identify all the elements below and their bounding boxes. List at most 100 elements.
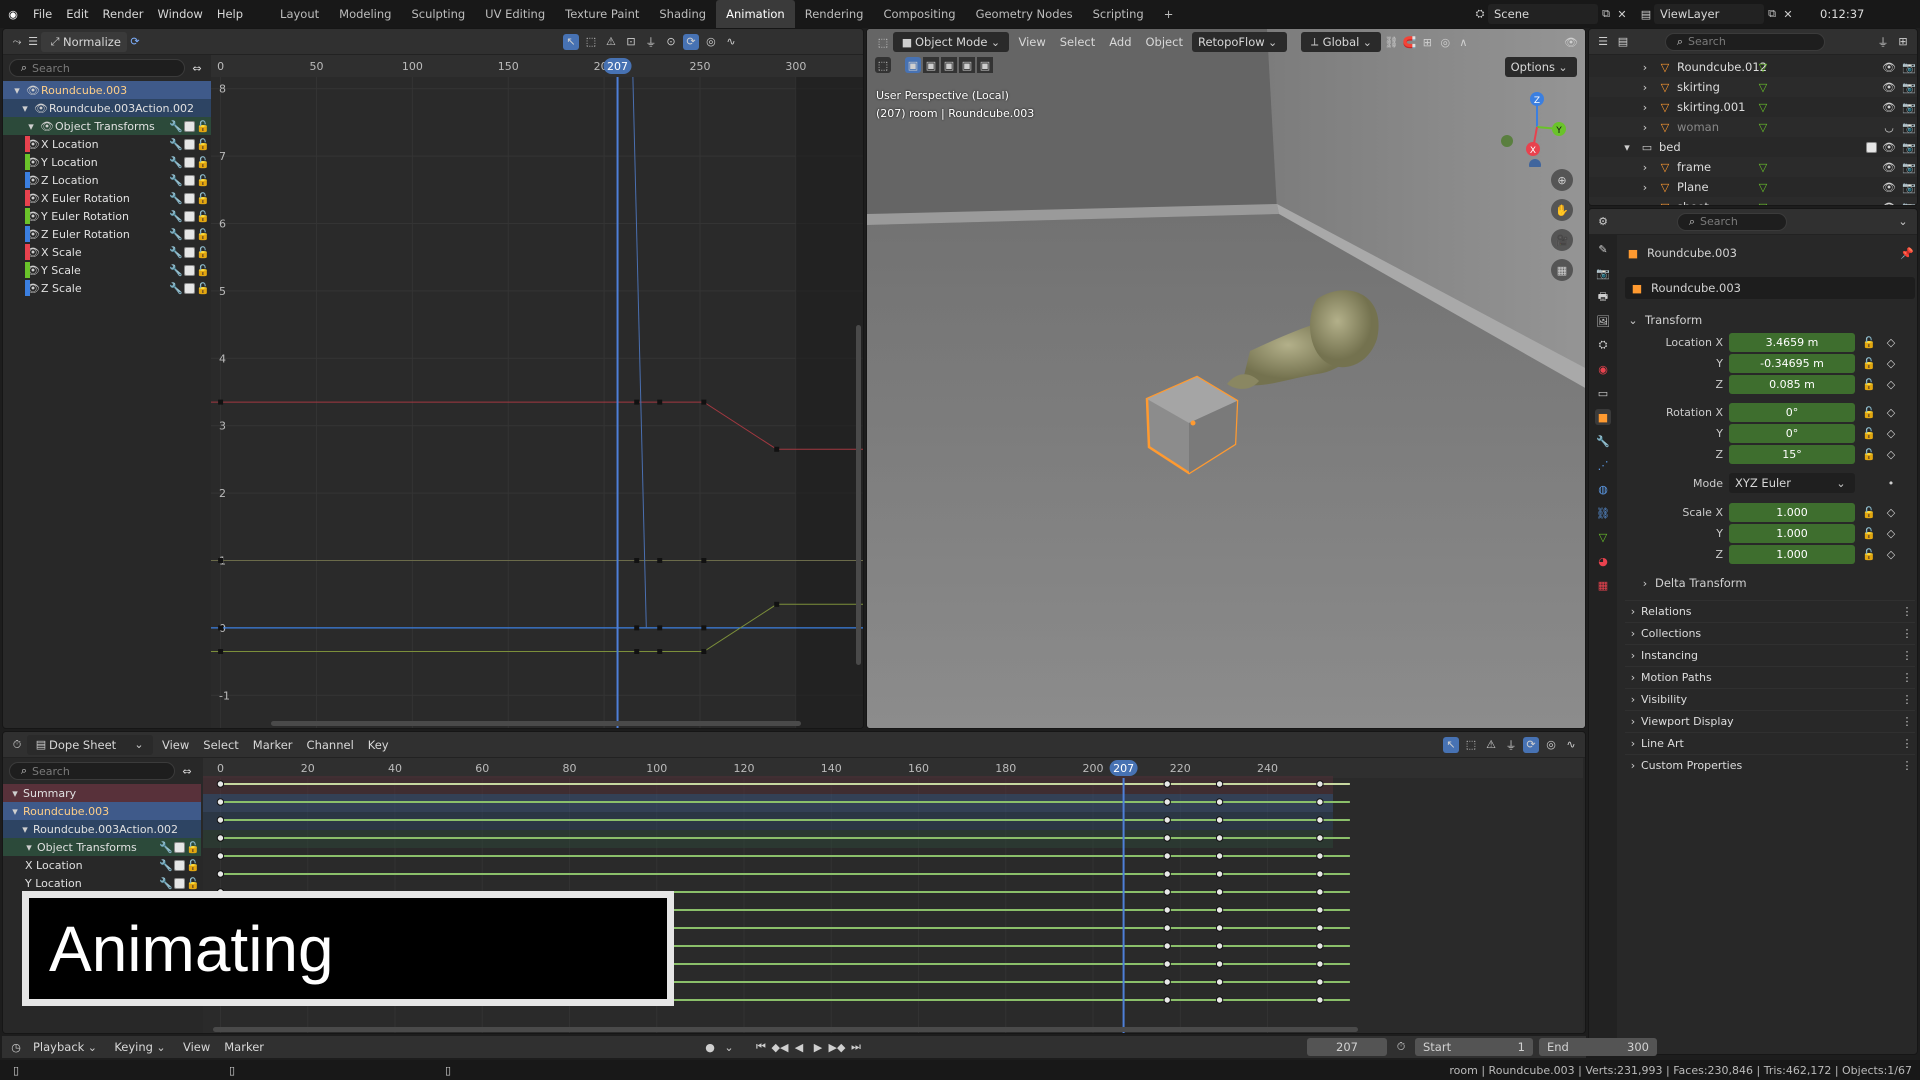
tool-select-icon[interactable]: ⬚ <box>875 57 891 73</box>
grid-view-icon[interactable]: ▦ <box>1551 259 1573 281</box>
snapping-icon[interactable]: 🧲 <box>1401 34 1417 50</box>
warning-icon[interactable]: ⚠ <box>1483 737 1499 753</box>
lock-icon[interactable]: 🔓 <box>1861 355 1877 371</box>
outliner-item[interactable]: › ▽ Roundcube.012 ▽ 👁 📷 <box>1589 57 1917 77</box>
dopesheet-keyframe[interactable] <box>1215 888 1224 896</box>
constraints-tab-icon[interactable]: ⛓ <box>1595 505 1611 521</box>
graph-keyframe[interactable] <box>634 399 640 405</box>
mesh-data-icon[interactable]: ▽ <box>1755 59 1771 75</box>
expand-chevron-icon[interactable]: › <box>1637 99 1653 115</box>
modifier-tab-icon[interactable]: 🔧 <box>1595 433 1611 449</box>
visibility-eye-icon[interactable]: 👁 <box>1881 79 1897 95</box>
render-camera-icon[interactable]: 📷 <box>1901 139 1917 155</box>
graph-keyframe[interactable] <box>701 558 707 563</box>
mute-checkbox[interactable] <box>174 859 185 871</box>
dopesheet-keyframe[interactable] <box>1163 816 1171 824</box>
auto-snap-icon[interactable]: ⟳ <box>1523 736 1539 753</box>
curve-icon[interactable]: ∿ <box>723 34 739 50</box>
lock-icon[interactable]: 🔓 <box>1861 525 1877 541</box>
render-camera-icon[interactable]: 📷 <box>1901 79 1917 95</box>
lock-icon[interactable]: 🔓 <box>195 172 211 188</box>
drag-handle-icon[interactable]: ⋮ <box>1899 714 1915 730</box>
dope-sheet-mode-dropdown[interactable]: ▤ Dope Sheet ⌄ <box>27 734 153 755</box>
panel-collections[interactable]: › Collections ⋮ <box>1625 622 1915 644</box>
mute-checkbox[interactable] <box>184 210 195 222</box>
graph-keyframe[interactable] <box>774 446 780 452</box>
mute-checkbox[interactable] <box>184 192 195 204</box>
lock-icon[interactable]: 🔓 <box>185 839 201 855</box>
viewport-menu-object[interactable]: Object <box>1139 32 1190 52</box>
render-camera-icon[interactable]: 📷 <box>1901 59 1917 75</box>
panel-instancing[interactable]: › Instancing ⋮ <box>1625 644 1915 666</box>
transform-panel-header[interactable]: ⌄ Transform <box>1625 309 1915 331</box>
drag-handle-icon[interactable]: ⋮ <box>1899 604 1915 620</box>
channel-search-input[interactable]: ⌕ Search <box>9 59 185 77</box>
wrench-icon[interactable]: 🔧 <box>158 839 174 855</box>
dopesheet-menu-key[interactable]: Key <box>361 735 396 755</box>
texture-tab-icon[interactable]: ▦ <box>1595 577 1611 593</box>
wrench-icon[interactable]: 🔧 <box>168 280 184 296</box>
dopesheet-keyframe[interactable] <box>1316 870 1324 878</box>
wrench-icon[interactable]: 🔧 <box>168 208 184 224</box>
swap-icon[interactable]: ⇔ <box>179 763 195 779</box>
tab-layout[interactable]: Layout <box>270 0 329 28</box>
dopesheet-keyframe[interactable] <box>216 870 225 878</box>
outliner-search-input[interactable]: ⌕ Search <box>1665 32 1825 51</box>
menu-file[interactable]: File <box>26 4 59 24</box>
zoom-icon[interactable]: ⊕ <box>1551 169 1573 191</box>
select-intersect-icon[interactable]: ▣ <box>977 57 993 73</box>
outliner-item[interactable]: ▾ ▭ bed 👁 📷 <box>1589 137 1917 157</box>
panel-custom-properties[interactable]: › Custom Properties ⋮ <box>1625 754 1915 776</box>
world-tab-icon[interactable]: ◉ <box>1595 361 1611 377</box>
dopesheet-frame-ruler[interactable] <box>203 758 1583 778</box>
editor-type-icon[interactable]: ⤳ <box>9 34 25 50</box>
particles-tab-icon[interactable]: ⋰ <box>1595 457 1611 473</box>
dopesheet-channel-row[interactable]: ▾ Summary <box>3 784 201 802</box>
new-viewlayer-icon[interactable]: ⧉ <box>1764 6 1780 22</box>
options-button[interactable]: Options ⌄ <box>1504 57 1577 77</box>
dopesheet-keyframe[interactable] <box>1163 978 1171 986</box>
graph-keyframe[interactable] <box>657 648 663 654</box>
jump-end-icon[interactable]: ⏭ <box>848 1039 864 1055</box>
normalize-toggle[interactable]: ⤢ Normalize <box>41 31 127 52</box>
outliner-item[interactable]: › ▽ skirting ▽ 👁 📷 <box>1589 77 1917 97</box>
dopesheet-keyframe[interactable] <box>1163 852 1171 860</box>
hamburger-menu-icon[interactable]: ☰ <box>25 34 41 50</box>
menu-edit[interactable]: Edit <box>59 4 95 24</box>
camera-icon[interactable]: 🎥 <box>1551 229 1573 251</box>
falloff-icon[interactable]: ∧ <box>1455 34 1471 50</box>
keyframe-diamond-icon[interactable]: ◇ <box>1883 376 1899 392</box>
graph-keyframe[interactable] <box>701 399 707 405</box>
lock-icon[interactable]: 🔓 <box>195 208 211 224</box>
graph-keyframe[interactable] <box>657 399 663 405</box>
visibility-eye-icon[interactable]: 👁 <box>1881 199 1897 206</box>
box-select-icon[interactable]: ⬚ <box>583 34 599 50</box>
select-invert-icon[interactable]: ▣ <box>959 57 975 73</box>
mesh-data-icon[interactable]: ▽ <box>1755 119 1771 135</box>
outliner-item[interactable]: › ▽ frame ▽ 👁 📷 <box>1589 157 1917 177</box>
jump-start-icon[interactable]: ⏮ <box>753 1039 769 1055</box>
select-subtract-icon[interactable]: ▣ <box>941 57 957 73</box>
chevron-down-icon[interactable]: ⌄ <box>1895 214 1911 230</box>
lock-icon[interactable]: 🔓 <box>195 280 211 296</box>
pivot-point-icon[interactable]: ⛓ <box>1383 34 1399 50</box>
graph-keyframe[interactable] <box>634 648 640 654</box>
dopesheet-keyframe[interactable] <box>1163 888 1171 896</box>
expand-chevron-icon[interactable]: › <box>1637 59 1653 75</box>
dopesheet-keyframe[interactable] <box>1215 834 1224 842</box>
dopesheet-keyframe[interactable] <box>1316 978 1324 986</box>
snap-icon[interactable]: ⊡ <box>623 34 639 50</box>
mute-checkbox[interactable] <box>184 120 195 132</box>
box-select-icon[interactable]: ⬚ <box>1463 737 1479 753</box>
keyframe-diamond-icon[interactable]: ◇ <box>1883 425 1899 441</box>
mute-checkbox[interactable] <box>174 877 185 889</box>
rot-x-field[interactable]: 0° <box>1729 402 1855 422</box>
curve-icon[interactable]: ∿ <box>1563 737 1579 753</box>
wrench-icon[interactable]: 🔧 <box>168 244 184 260</box>
expand-chevron-icon[interactable]: ▾ <box>21 839 37 855</box>
next-keyframe-icon[interactable]: ▶◆ <box>829 1039 846 1055</box>
select-tool-icon[interactable]: ↖ <box>1443 736 1459 753</box>
mute-checkbox[interactable] <box>184 228 195 240</box>
orientation-dropdown[interactable]: ⟂ Global ⌄ <box>1300 32 1382 52</box>
rot-z-field[interactable]: 15° <box>1729 444 1855 464</box>
